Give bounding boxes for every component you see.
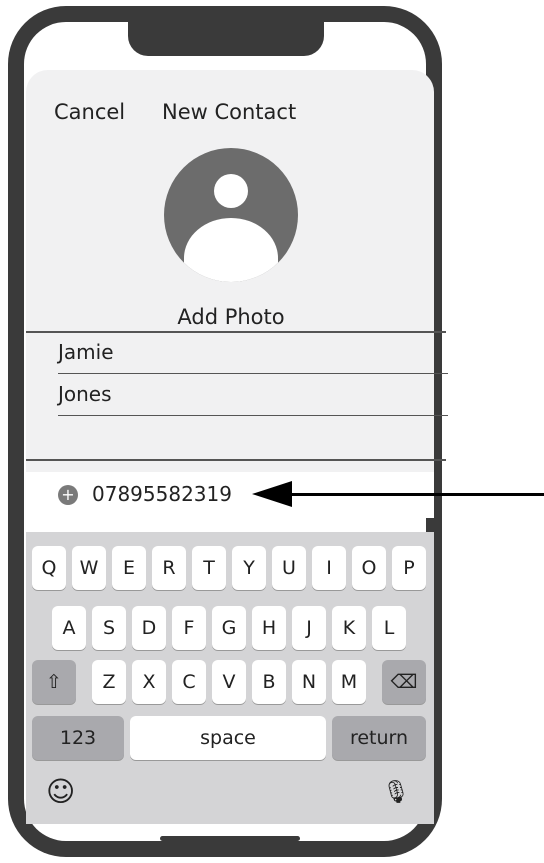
cancel-button[interactable]: Cancel [54, 100, 125, 124]
first-name-field[interactable]: Jamie [58, 334, 448, 374]
shift-key[interactable]: ⇧ [32, 660, 76, 704]
microphone-icon[interactable]: 🎙 [382, 780, 410, 806]
last-name-field[interactable]: Jones [58, 376, 448, 416]
avatar-placeholder[interactable] [164, 148, 298, 282]
key-h[interactable]: H [252, 606, 286, 650]
key-w[interactable]: W [72, 546, 106, 590]
add-phone-icon[interactable]: + [58, 485, 78, 505]
section-divider [26, 331, 446, 333]
nav-bar: Cancel New Contact [26, 100, 434, 130]
key-z[interactable]: Z [92, 660, 126, 704]
home-indicator [160, 836, 300, 841]
key-e[interactable]: E [112, 546, 146, 590]
add-photo-button[interactable]: Add Photo [26, 305, 436, 329]
notch [128, 22, 324, 56]
key-m[interactable]: M [332, 660, 366, 704]
key-l[interactable]: L [372, 606, 406, 650]
avatar-head-icon [214, 174, 248, 208]
emoji-icon[interactable]: ☺ [46, 778, 75, 806]
new-contact-sheet: Cancel New Contact Add Photo Jamie Jones [26, 70, 448, 490]
key-v[interactable]: V [212, 660, 246, 704]
space-key[interactable]: space [130, 716, 326, 760]
key-a[interactable]: A [52, 606, 86, 650]
field-divider [58, 372, 448, 374]
annotation-arrow-line [282, 493, 544, 496]
key-r[interactable]: R [152, 546, 186, 590]
numbers-key[interactable]: 123 [32, 716, 124, 760]
nav-title: New Contact [162, 100, 297, 124]
company-field[interactable] [58, 418, 448, 458]
last-name-value: Jones [58, 382, 112, 406]
section-divider [26, 459, 446, 461]
key-q[interactable]: Q [32, 546, 66, 590]
delete-key[interactable]: ⌫ [382, 660, 426, 704]
key-f[interactable]: F [172, 606, 206, 650]
avatar-body-icon [184, 218, 278, 282]
key-b[interactable]: B [252, 660, 286, 704]
key-k[interactable]: K [332, 606, 366, 650]
key-i[interactable]: I [312, 546, 346, 590]
key-t[interactable]: T [192, 546, 226, 590]
field-divider [58, 414, 448, 416]
key-g[interactable]: G [212, 606, 246, 650]
key-u[interactable]: U [272, 546, 306, 590]
key-s[interactable]: S [92, 606, 126, 650]
key-d[interactable]: D [132, 606, 166, 650]
key-p[interactable]: P [392, 546, 426, 590]
keyboard: Q W E R T Y U I O P A S D F G H J K L ⇧ … [26, 532, 434, 824]
key-c[interactable]: C [172, 660, 206, 704]
phone-number-value: 07895582319 [92, 482, 232, 506]
first-name-value: Jamie [58, 340, 114, 364]
key-n[interactable]: N [292, 660, 326, 704]
key-o[interactable]: O [352, 546, 386, 590]
key-x[interactable]: X [132, 660, 166, 704]
key-y[interactable]: Y [232, 546, 266, 590]
return-key[interactable]: return [332, 716, 426, 760]
key-j[interactable]: J [292, 606, 326, 650]
